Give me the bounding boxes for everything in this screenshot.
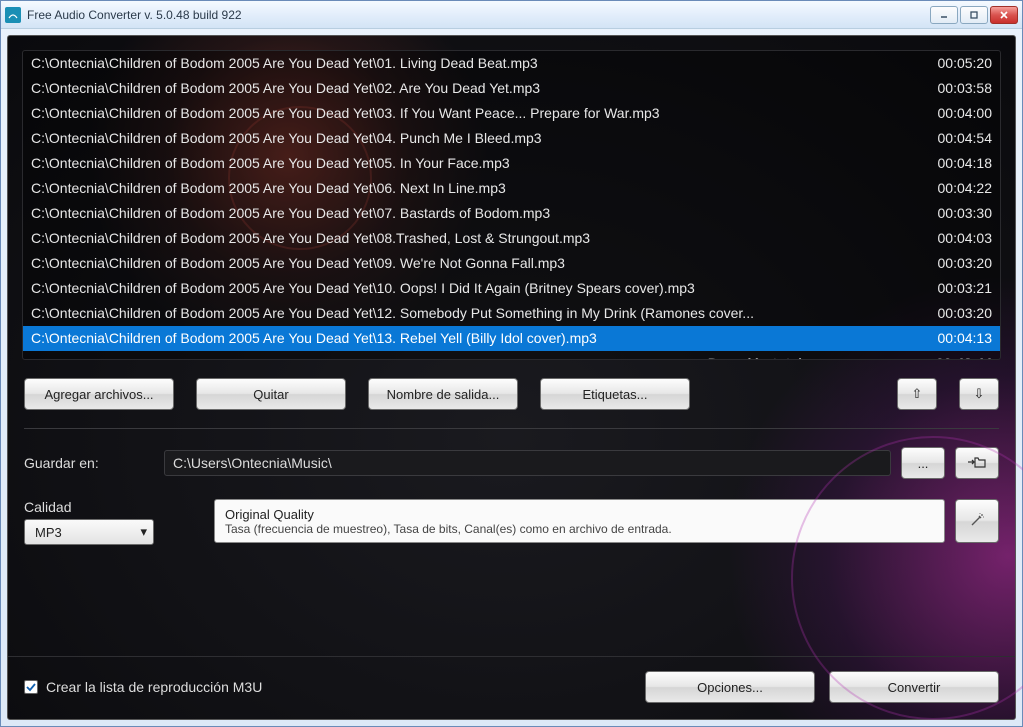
remove-button[interactable]: Quitar (196, 378, 346, 410)
file-duration: 00:03:20 (912, 303, 992, 324)
file-duration: 00:04:54 (912, 128, 992, 149)
output-name-button[interactable]: Nombre de salida... (368, 378, 518, 410)
format-value: MP3 (35, 525, 62, 540)
file-row[interactable]: C:\Ontecnia\Children of Bodom 2005 Are Y… (23, 226, 1000, 251)
tags-button[interactable]: Etiquetas... (540, 378, 690, 410)
open-folder-button[interactable] (955, 447, 999, 479)
open-folder-icon (968, 455, 986, 472)
file-path: C:\Ontecnia\Children of Bodom 2005 Are Y… (31, 303, 912, 324)
file-list[interactable]: C:\Ontecnia\Children of Bodom 2005 Are Y… (22, 50, 1001, 360)
file-duration: 00:03:21 (912, 278, 992, 299)
quality-title: Original Quality (225, 507, 934, 522)
arrow-up-icon: ⇧ (912, 386, 923, 402)
quality-desc: Tasa (frecuencia de muestreo), Tasa de b… (225, 522, 934, 536)
file-row[interactable]: C:\Ontecnia\Children of Bodom 2005 Are Y… (23, 251, 1000, 276)
client-area: C:\Ontecnia\Children of Bodom 2005 Are Y… (7, 35, 1016, 720)
file-duration: 00:04:18 (912, 153, 992, 174)
format-select[interactable]: MP3 ▾ (24, 519, 154, 545)
file-row[interactable]: C:\Ontecnia\Children of Bodom 2005 Are Y… (23, 326, 1000, 351)
file-row[interactable]: C:\Ontecnia\Children of Bodom 2005 Are Y… (23, 176, 1000, 201)
wand-icon (969, 512, 985, 531)
browse-button[interactable]: ... (901, 447, 945, 479)
file-row[interactable]: C:\Ontecnia\Children of Bodom 2005 Are Y… (23, 276, 1000, 301)
file-duration: 00:03:58 (912, 78, 992, 99)
file-row[interactable]: C:\Ontecnia\Children of Bodom 2005 Are Y… (23, 201, 1000, 226)
file-row[interactable]: C:\Ontecnia\Children of Bodom 2005 Are Y… (23, 101, 1000, 126)
file-path: C:\Ontecnia\Children of Bodom 2005 Are Y… (31, 128, 912, 149)
move-up-button[interactable]: ⇧ (897, 378, 937, 410)
file-duration: 00:04:00 (912, 103, 992, 124)
file-duration: 00:03:20 (912, 253, 992, 274)
add-files-button[interactable]: Agregar archivos... (24, 378, 174, 410)
file-row[interactable]: C:\Ontecnia\Children of Bodom 2005 Are Y… (23, 76, 1000, 101)
quality-preset-box[interactable]: Original Quality Tasa (frecuencia de mue… (214, 499, 945, 543)
window-controls (930, 6, 1018, 24)
file-path: C:\Ontecnia\Children of Bodom 2005 Are Y… (31, 53, 912, 74)
save-label: Guardar en: (24, 455, 154, 471)
convert-button[interactable]: Convertir (829, 671, 999, 703)
window-title: Free Audio Converter v. 5.0.48 build 922 (27, 8, 930, 22)
app-icon (5, 7, 21, 23)
check-icon (26, 682, 36, 692)
file-path: C:\Ontecnia\Children of Bodom 2005 Are Y… (31, 203, 912, 224)
options-button[interactable]: Opciones... (645, 671, 815, 703)
save-row: Guardar en: ... (24, 447, 999, 479)
file-path: C:\Ontecnia\Children of Bodom 2005 Are Y… (31, 178, 912, 199)
file-toolbar: Agregar archivos... Quitar Nombre de sal… (8, 364, 1015, 428)
bottom-bar: Crear la lista de reproducción M3U Opcio… (8, 656, 1015, 719)
playlist-label[interactable]: Crear la lista de reproducción M3U (46, 679, 262, 695)
total-duration-label: Duración total (31, 355, 912, 360)
chevron-down-icon: ▾ (140, 524, 147, 540)
file-duration: 00:04:03 (912, 228, 992, 249)
close-button[interactable] (990, 6, 1018, 24)
quality-wizard-button[interactable] (955, 499, 999, 543)
file-path: C:\Ontecnia\Children of Bodom 2005 Are Y… (31, 278, 912, 299)
quality-label: Calidad (24, 499, 154, 515)
save-path-input[interactable] (164, 450, 891, 476)
total-duration-value: 00:48:44 (912, 355, 992, 360)
arrow-down-icon: ⇩ (974, 386, 985, 402)
file-path: C:\Ontecnia\Children of Bodom 2005 Are Y… (31, 228, 912, 249)
quality-row: Calidad MP3 ▾ Original Quality Tasa (fre… (24, 499, 999, 545)
file-duration: 00:04:13 (912, 328, 992, 349)
file-path: C:\Ontecnia\Children of Bodom 2005 Are Y… (31, 253, 912, 274)
file-path: C:\Ontecnia\Children of Bodom 2005 Are Y… (31, 78, 912, 99)
playlist-checkbox[interactable] (24, 680, 38, 694)
settings-area: Guardar en: ... Calidad MP3 ▾ (8, 429, 1015, 553)
file-path: C:\Ontecnia\Children of Bodom 2005 Are Y… (31, 328, 912, 349)
maximize-button[interactable] (960, 6, 988, 24)
file-row[interactable]: C:\Ontecnia\Children of Bodom 2005 Are Y… (23, 301, 1000, 326)
titlebar[interactable]: Free Audio Converter v. 5.0.48 build 922 (1, 1, 1022, 29)
minimize-button[interactable] (930, 6, 958, 24)
file-duration: 00:05:20 (912, 53, 992, 74)
file-duration: 00:03:30 (912, 203, 992, 224)
app-window: Free Audio Converter v. 5.0.48 build 922… (0, 0, 1023, 727)
move-down-button[interactable]: ⇩ (959, 378, 999, 410)
file-duration: 00:04:22 (912, 178, 992, 199)
file-path: C:\Ontecnia\Children of Bodom 2005 Are Y… (31, 153, 912, 174)
total-duration-row: Duración total 00:48:44 (23, 351, 1000, 360)
file-path: C:\Ontecnia\Children of Bodom 2005 Are Y… (31, 103, 912, 124)
file-row[interactable]: C:\Ontecnia\Children of Bodom 2005 Are Y… (23, 126, 1000, 151)
file-row[interactable]: C:\Ontecnia\Children of Bodom 2005 Are Y… (23, 51, 1000, 76)
file-row[interactable]: C:\Ontecnia\Children of Bodom 2005 Are Y… (23, 151, 1000, 176)
